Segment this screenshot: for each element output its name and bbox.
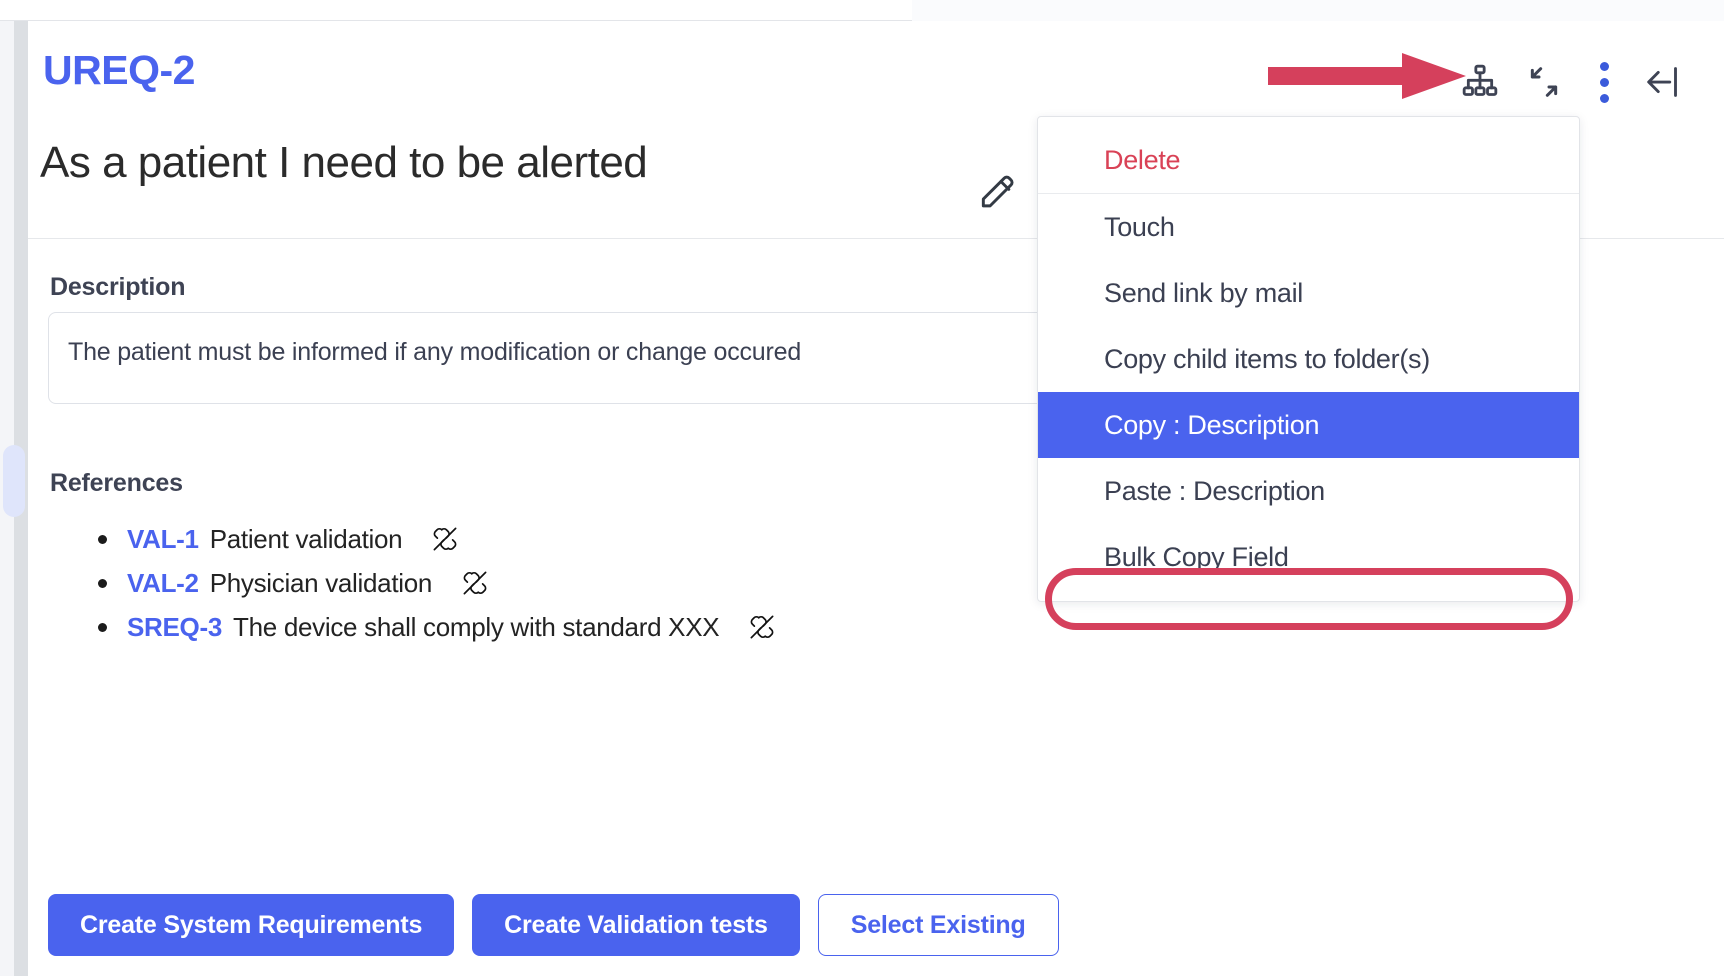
- references-list: VAL-1 Patient validation VAL-2 Physician…: [98, 517, 779, 649]
- reference-text: Physician validation: [209, 567, 433, 598]
- reference-key[interactable]: VAL-2: [127, 568, 199, 599]
- bullet-icon: [98, 534, 107, 544]
- menu-item-touch[interactable]: Touch: [1038, 194, 1579, 260]
- collapse-all-icon[interactable]: [1512, 51, 1576, 113]
- menu-item-paste-description[interactable]: Paste : Description: [1038, 458, 1579, 524]
- kebab-menu-icon[interactable]: [1576, 51, 1632, 113]
- context-menu: Delete Touch Send link by mail Copy chil…: [1037, 116, 1580, 602]
- select-existing-button[interactable]: Select Existing: [817, 894, 1059, 956]
- menu-top-padding: [1038, 117, 1579, 128]
- pencil-icon[interactable]: [976, 167, 1020, 211]
- menu-item-delete[interactable]: Delete: [1038, 128, 1579, 194]
- requirement-id: UREQ-2: [43, 47, 195, 93]
- list-item: VAL-1 Patient validation: [98, 517, 779, 561]
- reference-key[interactable]: VAL-1: [127, 524, 199, 555]
- kebab-dot: [1599, 77, 1609, 87]
- description-label: Description: [50, 273, 186, 301]
- collapse-panel-icon[interactable]: [1632, 51, 1696, 113]
- reference-key[interactable]: SREQ-3: [127, 612, 222, 643]
- bullet-icon: [98, 622, 107, 632]
- menu-item-copy-child-items-to-folders[interactable]: Copy child items to folder(s): [1038, 326, 1579, 392]
- page-title: As a patient I need to be alerted: [40, 138, 648, 187]
- menu-item-bulk-copy-field[interactable]: Bulk Copy Field: [1038, 524, 1579, 590]
- top-strip: [0, 0, 1724, 21]
- bullet-icon: [98, 578, 107, 588]
- header-actions: [1448, 51, 1696, 113]
- kebab-dot: [1599, 93, 1609, 103]
- action-buttons: Create System Requirements Create Valida…: [48, 894, 1059, 956]
- kebab-dot: [1599, 61, 1609, 71]
- list-item: SREQ-3 The device shall comply with stan…: [98, 605, 779, 649]
- panel-splitter[interactable]: [3, 21, 28, 976]
- unlink-icon[interactable]: [745, 610, 779, 644]
- create-validation-tests-button[interactable]: Create Validation tests: [472, 894, 800, 956]
- menu-bottom-padding: [1038, 590, 1579, 601]
- menu-item-send-link-by-mail[interactable]: Send link by mail: [1038, 260, 1579, 326]
- unlink-icon[interactable]: [428, 522, 462, 556]
- reference-text: Patient validation: [209, 523, 403, 554]
- create-system-requirements-button[interactable]: Create System Requirements: [48, 894, 455, 956]
- unlink-icon[interactable]: [458, 566, 492, 600]
- description-value: The patient must be informed if any modi…: [68, 338, 802, 366]
- splitter-drag-handle[interactable]: [3, 445, 25, 517]
- list-item: VAL-2 Physician validation: [98, 561, 779, 605]
- kebab-dots: [1599, 61, 1609, 103]
- top-strip-tint: [912, 0, 1724, 21]
- hierarchy-icon[interactable]: [1448, 51, 1512, 113]
- reference-text: The device shall comply with standard XX…: [233, 611, 720, 642]
- requirement-detail-panel: UREQ-2 As a patient I need to be alerted: [0, 0, 1724, 976]
- menu-item-copy-description[interactable]: Copy : Description: [1038, 392, 1579, 458]
- references-label: References: [50, 469, 183, 497]
